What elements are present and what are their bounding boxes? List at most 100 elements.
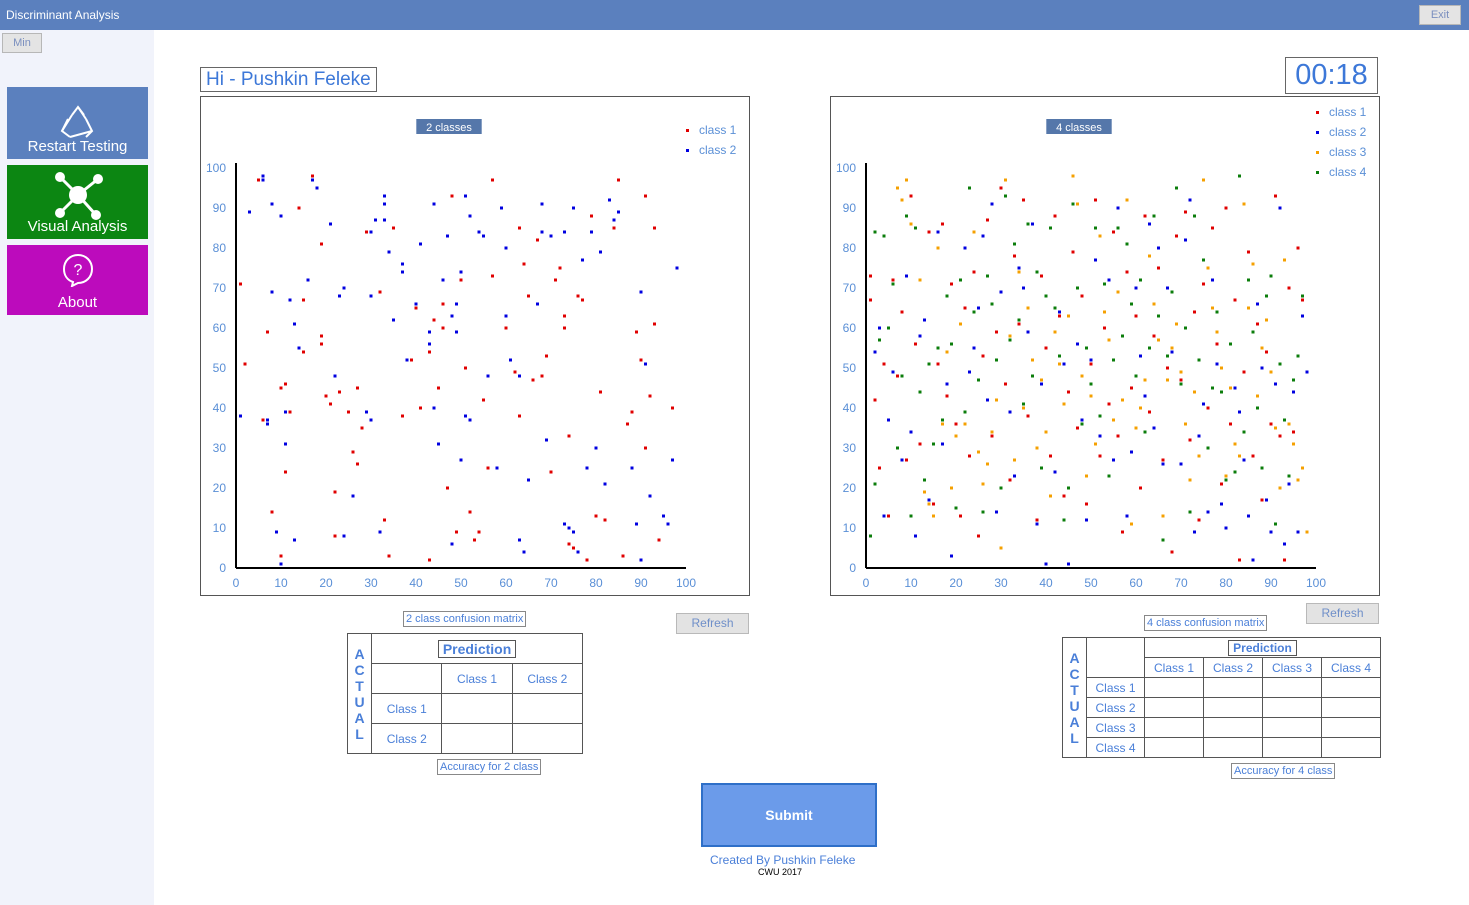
data-point <box>977 450 980 454</box>
data-point <box>1107 402 1111 406</box>
data-point <box>1224 474 1228 478</box>
data-point <box>1278 486 1282 490</box>
data-point <box>981 234 985 238</box>
minimize-button[interactable]: Min <box>2 33 42 53</box>
y-tick-label: 100 <box>206 161 226 175</box>
data-point <box>1125 198 1129 202</box>
x-tick-label: 70 <box>1174 576 1188 590</box>
data-point <box>1197 434 1201 438</box>
data-point <box>1206 510 1210 514</box>
matrix-cell <box>1144 677 1204 698</box>
data-point <box>882 234 886 238</box>
data-point <box>639 290 643 294</box>
data-point <box>918 442 922 446</box>
matrix-cell <box>1262 737 1322 758</box>
data-point <box>450 314 454 318</box>
data-point <box>1287 422 1291 426</box>
data-point <box>585 466 589 470</box>
x-tick-label: 0 <box>233 576 240 590</box>
column-header: Class 1 <box>441 663 513 694</box>
data-point <box>302 350 305 354</box>
data-point <box>990 302 994 306</box>
data-point <box>509 358 512 362</box>
submit-button[interactable]: Submit <box>701 783 877 847</box>
data-point <box>392 318 395 322</box>
data-point <box>977 306 980 310</box>
data-point <box>1274 522 1277 526</box>
matrix-cell <box>441 693 513 724</box>
data-point <box>1166 378 1169 382</box>
data-point <box>572 546 575 550</box>
data-point <box>891 278 895 282</box>
data-point <box>1139 406 1142 410</box>
data-point <box>1031 358 1034 362</box>
data-point <box>378 530 382 534</box>
chart-title: 4 classes <box>1056 122 1102 134</box>
data-point <box>1184 210 1187 214</box>
data-point <box>1022 402 1025 406</box>
data-point <box>311 178 314 182</box>
data-point <box>545 354 548 358</box>
x-tick-label: 30 <box>364 576 378 590</box>
matrix-cell <box>1203 717 1263 738</box>
data-point <box>446 234 449 238</box>
data-point <box>329 402 332 406</box>
data-point <box>1220 390 1223 394</box>
data-point <box>1274 382 1277 386</box>
x-tick-label: 70 <box>544 576 558 590</box>
x-tick-label: 90 <box>634 576 648 590</box>
legend-label: class 1 <box>699 123 737 137</box>
data-point <box>266 418 269 422</box>
data-point <box>414 306 418 310</box>
data-point <box>873 230 877 234</box>
corner-cell <box>371 663 443 694</box>
matrix-cell <box>1144 737 1204 758</box>
data-point <box>432 202 436 206</box>
data-point <box>266 330 269 334</box>
data-point <box>1188 438 1192 442</box>
data-point <box>1247 514 1250 518</box>
data-point <box>369 230 373 234</box>
data-point <box>522 262 526 266</box>
data-point <box>518 538 521 542</box>
data-point <box>1035 522 1039 526</box>
data-point <box>887 514 890 518</box>
data-point <box>1148 346 1151 350</box>
data-point <box>981 354 985 358</box>
data-point <box>1229 422 1232 426</box>
data-point <box>1175 322 1178 326</box>
sidebar-item-visual-analysis[interactable]: Visual Analysis <box>7 165 148 239</box>
refresh-button-four-class[interactable]: Refresh <box>1306 603 1379 624</box>
sidebar: Min Restart Testing Visual Analysis ? Ab… <box>0 30 154 905</box>
y-tick-label: 80 <box>843 241 857 255</box>
data-point <box>279 554 283 558</box>
data-point <box>1233 470 1237 474</box>
data-point <box>1067 390 1070 394</box>
data-point <box>630 466 634 470</box>
exit-button[interactable]: Exit <box>1419 5 1461 25</box>
data-point <box>1278 362 1282 366</box>
data-point <box>995 330 998 334</box>
data-point <box>306 278 310 282</box>
data-point <box>671 406 674 410</box>
data-point <box>981 482 985 486</box>
data-point <box>518 414 521 418</box>
matrix-cell <box>1262 697 1322 718</box>
data-point <box>1116 434 1120 438</box>
data-point <box>320 242 323 246</box>
sidebar-item-label: About <box>57 294 98 311</box>
data-point <box>972 346 976 350</box>
sidebar-item-about[interactable]: ? About <box>7 245 148 315</box>
data-point <box>999 546 1003 550</box>
data-point <box>1206 446 1210 450</box>
data-point <box>653 322 656 326</box>
data-point <box>941 442 944 446</box>
sidebar-item-restart-testing[interactable]: Restart Testing <box>7 87 148 159</box>
x-tick-label: 90 <box>1264 576 1278 590</box>
row-header: Class 1 <box>371 693 443 724</box>
sidebar-item-label: Visual Analysis <box>27 218 128 235</box>
data-point <box>459 270 463 274</box>
data-point <box>621 554 625 558</box>
refresh-button-two-class[interactable]: Refresh <box>676 613 749 634</box>
data-point <box>1139 354 1142 358</box>
